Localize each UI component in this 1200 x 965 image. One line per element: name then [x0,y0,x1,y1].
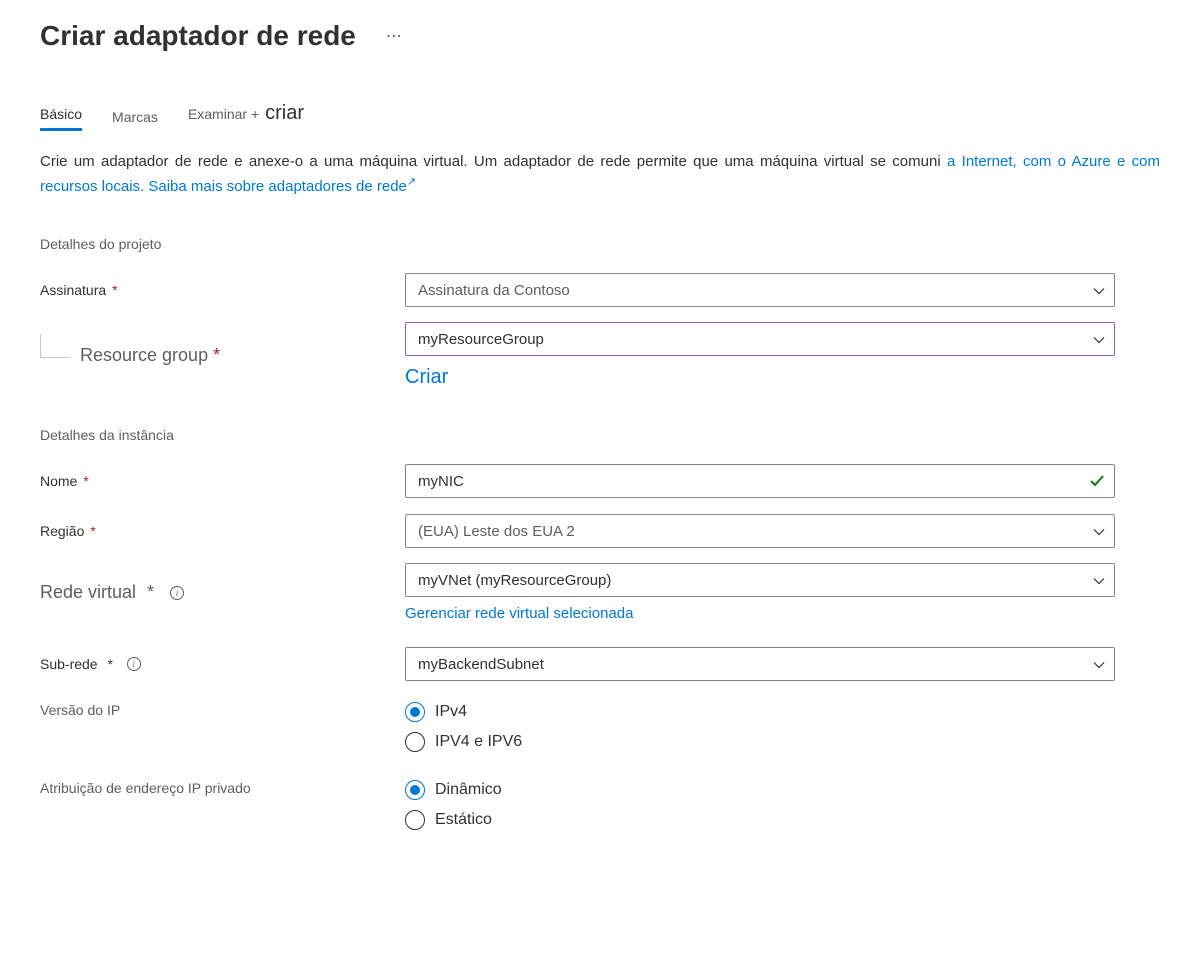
vnet-label: Rede virtual * i [40,582,405,603]
section-project-details: Detalhes do projeto [40,236,1160,252]
subscription-select[interactable]: Assinatura da Contoso [405,273,1115,307]
ip-version-group: IPv4 IPV4 e IPV6 [405,702,1115,752]
learn-more-link[interactable]: Saiba mais sobre adaptadores de rede↗ [148,178,416,195]
region-select[interactable]: (EUA) Leste dos EUA 2 [405,514,1115,548]
radio-dynamic[interactable]: Dinâmico [405,780,1115,800]
name-label: Nome * [40,473,405,489]
subscription-value: Assinatura da Contoso [418,282,570,299]
radio-static-label: Estático [435,811,492,829]
intro-text: Crie um adaptador de rede e anexe-o a um… [40,151,1160,198]
resource-group-value: myResourceGroup [418,331,544,348]
region-value: (EUA) Leste dos EUA 2 [418,523,575,540]
resource-group-label: Resource group [80,345,208,366]
page-title: Criar adaptador de rede [40,20,356,52]
radio-ipv4-ipv6-label: IPV4 e IPV6 [435,733,522,751]
required-icon: * [90,523,95,539]
radio-static[interactable]: Estático [405,810,1115,830]
radio-icon [405,810,425,830]
create-link[interactable]: Criar [405,366,1115,389]
external-link-icon: ↗ [407,174,416,191]
ip-version-label: Versão do IP [40,702,405,718]
required-icon: * [213,345,220,366]
section-instance-details: Detalhes da instância [40,427,1160,443]
tab-tags[interactable]: Marcas [112,109,158,131]
tab-review-label-a: Examinar + [188,106,259,122]
subscription-label: Assinatura * [40,282,405,298]
info-icon[interactable]: i [170,586,184,600]
ip-assignment-group: Dinâmico Estático [405,780,1115,830]
subnet-select[interactable]: myBackendSubnet [405,647,1115,681]
intro-plain: Crie um adaptador de rede e anexe-o a um… [40,153,941,170]
name-input[interactable]: myNIC [405,464,1115,498]
tree-indent-icon [40,354,80,358]
vnet-value: myVNet (myResourceGroup) [418,572,611,589]
resource-group-select[interactable]: myResourceGroup [405,322,1115,356]
radio-icon [405,702,425,722]
required-icon: * [112,282,117,298]
radio-ipv4-label: IPv4 [435,703,467,721]
subnet-value: myBackendSubnet [418,656,544,673]
tab-review-create[interactable]: Examinar + criar [188,102,304,131]
more-icon[interactable]: ⋯ [386,26,404,46]
radio-dynamic-label: Dinâmico [435,781,502,799]
required-icon: * [83,473,88,489]
name-value: myNIC [418,473,464,490]
radio-icon [405,780,425,800]
radio-icon [405,732,425,752]
vnet-select[interactable]: myVNet (myResourceGroup) [405,563,1115,597]
radio-ipv4[interactable]: IPv4 [405,702,1115,722]
tabs: Básico Marcas Examinar + criar [40,102,1160,131]
ip-assignment-label: Atribuição de endereço IP privado [40,780,405,796]
subnet-label: Sub-rede * i [40,656,405,672]
tab-basic[interactable]: Básico [40,106,82,131]
tab-review-label-b: criar [265,102,304,125]
info-icon[interactable]: i [127,657,141,671]
region-label: Região * [40,523,405,539]
manage-vnet-link[interactable]: Gerenciar rede virtual selecionada [405,605,1115,622]
radio-ipv4-ipv6[interactable]: IPV4 e IPV6 [405,732,1115,752]
